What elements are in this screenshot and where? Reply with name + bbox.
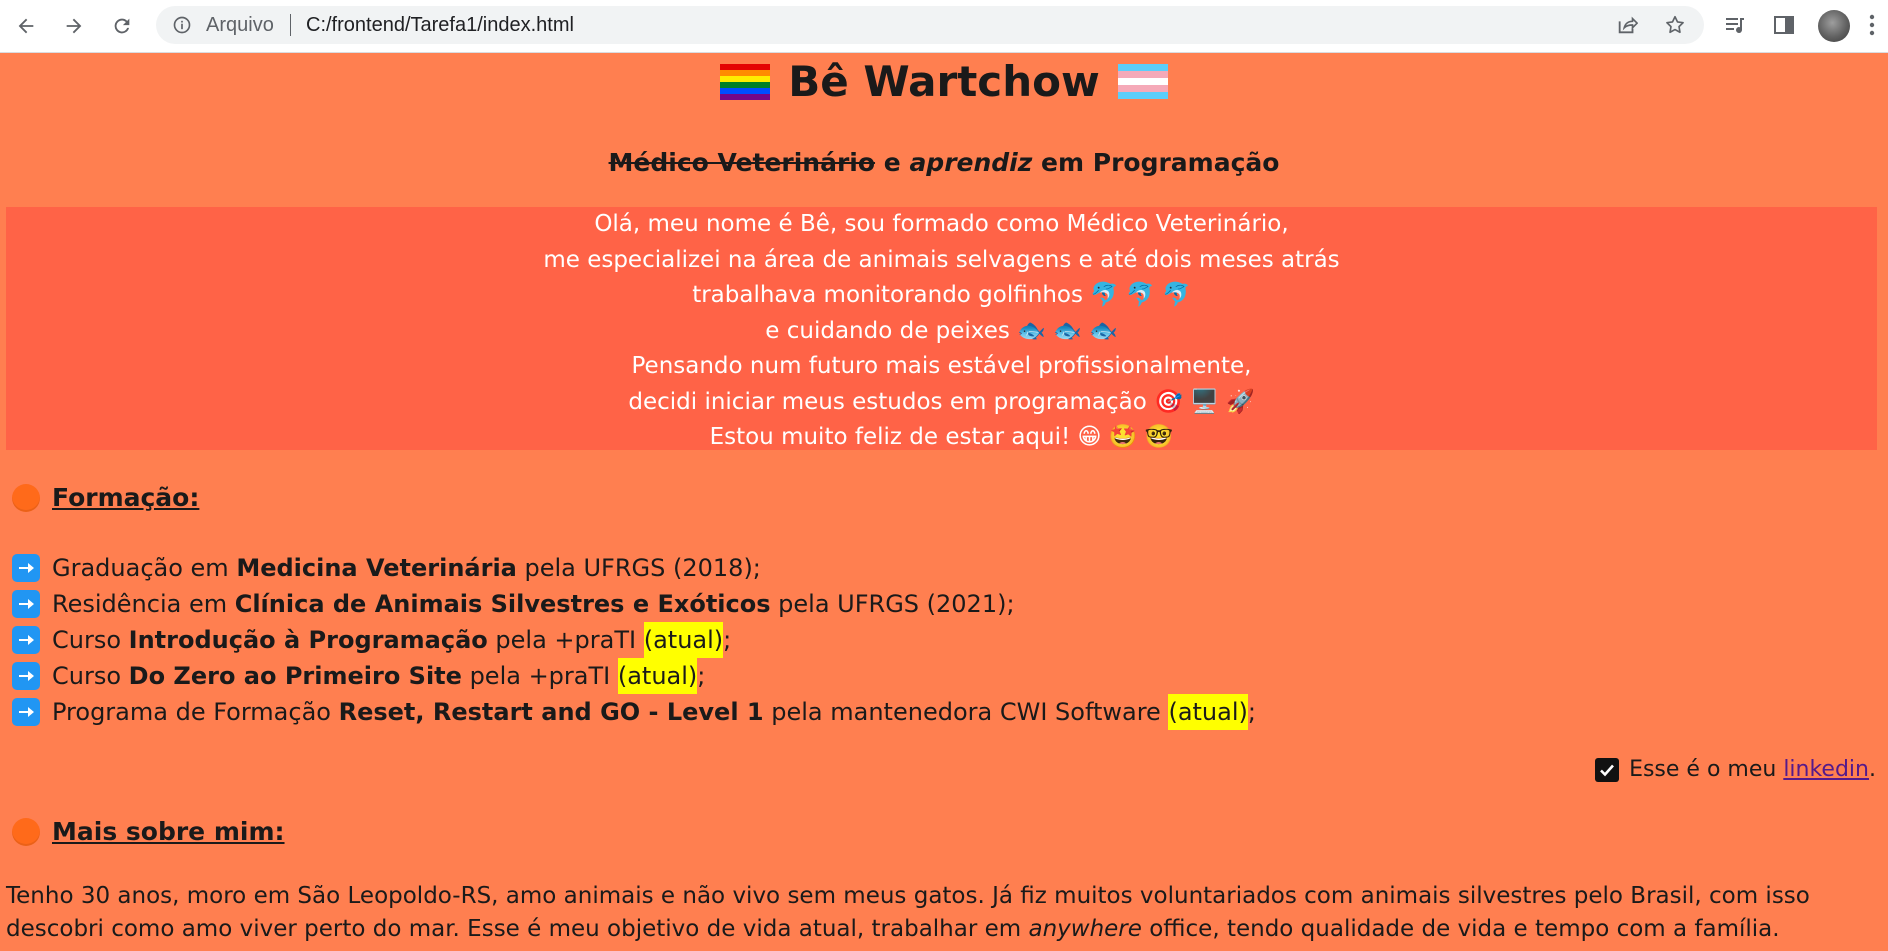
- formacao-list: Graduação em Medicina Veterinária pela U…: [12, 550, 1256, 730]
- about-italic: anywhere: [1028, 916, 1142, 942]
- about-paragraph: Tenho 30 anos, moro em São Leopoldo-RS, …: [6, 880, 1882, 946]
- status-highlight: (atual): [1168, 694, 1248, 730]
- address-separator: [290, 14, 291, 36]
- check-box-icon: [1595, 757, 1620, 782]
- mais-sobre-heading-text: Mais sobre mim:: [52, 817, 285, 846]
- linkedin-post: .: [1869, 757, 1876, 782]
- star-icon[interactable]: [1664, 14, 1686, 36]
- formacao-heading-text: Formação:: [52, 483, 200, 512]
- intro-line: Pensando num futuro mais estável profiss…: [631, 353, 1252, 379]
- item-pre: Programa de Formação: [52, 698, 339, 726]
- page-title: Bê Wartchow: [0, 57, 1888, 106]
- orange-circle-icon: [12, 817, 40, 846]
- linkedin-line: Esse é o meu linkedin.: [1595, 757, 1876, 782]
- media-control-icon: [1726, 18, 1744, 34]
- side-panel-icon: [1774, 16, 1794, 34]
- transgender-flag-icon: [1117, 63, 1168, 100]
- list-item: Residência em Clínica de Animais Silvest…: [12, 586, 1256, 622]
- item-post: pela +praTI: [487, 626, 644, 654]
- item-bold: Do Zero ao Primeiro Site: [128, 662, 462, 690]
- list-item: Curso Do Zero ao Primeiro Site pela +pra…: [12, 658, 1256, 694]
- arrow-right-icon: [66, 18, 82, 34]
- address-bar[interactable]: Arquivo C:/frontend/Tarefa1/index.html: [156, 6, 1704, 44]
- orange-circle-icon: [12, 483, 40, 512]
- side-panel-button[interactable]: [1770, 11, 1798, 39]
- about-text-b: office, tendo qualidade de vida e tempo …: [1141, 916, 1780, 942]
- mais-sobre-heading: Mais sobre mim:: [12, 817, 285, 846]
- item-bold: Medicina Veterinária: [236, 554, 517, 582]
- item-end: ;: [723, 626, 732, 654]
- share-icon[interactable]: [1616, 14, 1638, 36]
- item-post: pela UFRGS (2018);: [516, 554, 761, 582]
- intro-line: e cuidando de peixes 🐟 🐟 🐟: [765, 317, 1118, 344]
- item-post: pela +praTI: [461, 662, 618, 690]
- site-info-label[interactable]: Arquivo: [206, 14, 274, 37]
- intro-line: decidi iniciar meus estudos em programaç…: [628, 388, 1255, 415]
- info-icon[interactable]: [172, 15, 192, 35]
- item-pre: Curso: [52, 662, 129, 690]
- url-text[interactable]: C:/frontend/Tarefa1/index.html: [306, 14, 574, 37]
- item-post: pela UFRGS (2021);: [770, 590, 1015, 618]
- item-bold: Introdução à Programação: [128, 626, 488, 654]
- kebab-menu-icon[interactable]: [1868, 13, 1876, 37]
- subtitle-italic: aprendiz: [909, 148, 1033, 177]
- page-title-text: Bê Wartchow: [788, 57, 1100, 106]
- rainbow-flag-icon: [720, 63, 771, 100]
- right-arrow-box-icon: [12, 590, 40, 618]
- right-arrow-box-icon: [12, 698, 40, 726]
- item-pre: Residência em: [52, 590, 235, 618]
- intro-box: Olá, meu nome é Bê, sou formado como Méd…: [6, 207, 1877, 450]
- subtitle-rest: em Programação: [1041, 148, 1280, 177]
- item-end: ;: [1247, 698, 1256, 726]
- item-post: pela mantenedora CWI Software: [763, 698, 1169, 726]
- back-button[interactable]: [13, 13, 39, 39]
- item-bold: Clínica de Animais Silvestres e Exóticos: [234, 590, 771, 618]
- browser-toolbar: Arquivo C:/frontend/Tarefa1/index.html: [0, 0, 1888, 53]
- intro-line: me especializei na área de animais selva…: [543, 246, 1340, 273]
- item-bold: Reset, Restart and GO - Level 1: [338, 698, 764, 726]
- right-arrow-box-icon: [12, 554, 40, 582]
- list-item: Programa de Formação Reset, Restart and …: [12, 694, 1256, 730]
- item-pre: Graduação em: [52, 554, 237, 582]
- linkedin-pre: Esse é o meu: [1629, 757, 1784, 782]
- intro-line: Olá, meu nome é Bê, sou formado como Méd…: [594, 211, 1289, 237]
- subtitle: Médico Veterinário e aprendiz em Program…: [0, 148, 1888, 177]
- reload-icon: [114, 18, 130, 34]
- forward-button[interactable]: [61, 13, 87, 39]
- subtitle-struck: Médico Veterinário: [608, 148, 876, 177]
- item-pre: Curso: [52, 626, 129, 654]
- item-end: ;: [697, 662, 706, 690]
- status-highlight: (atual): [617, 658, 698, 694]
- intro-line: trabalhava monitorando golfinhos 🐬 🐬 🐬: [692, 282, 1191, 308]
- media-control-button[interactable]: [1721, 11, 1749, 39]
- subtitle-connector: e: [883, 148, 901, 177]
- intro-line: Estou muito feliz de estar aqui! 😁 🤩 🤓: [709, 424, 1174, 450]
- linkedin-link[interactable]: linkedin: [1783, 757, 1869, 782]
- status-highlight: (atual): [643, 622, 724, 658]
- arrow-left-icon: [18, 18, 34, 34]
- reload-button[interactable]: [109, 13, 135, 39]
- list-item: Curso Introdução à Programação pela +pra…: [12, 622, 1256, 658]
- formacao-heading: Formação:: [12, 483, 199, 512]
- right-arrow-box-icon: [12, 662, 40, 690]
- right-arrow-box-icon: [12, 626, 40, 654]
- list-item: Graduação em Medicina Veterinária pela U…: [12, 550, 1256, 586]
- profile-avatar[interactable]: [1818, 10, 1850, 42]
- page-content: Bê Wartchow Médico Veterinário e aprendi…: [0, 52, 1888, 951]
